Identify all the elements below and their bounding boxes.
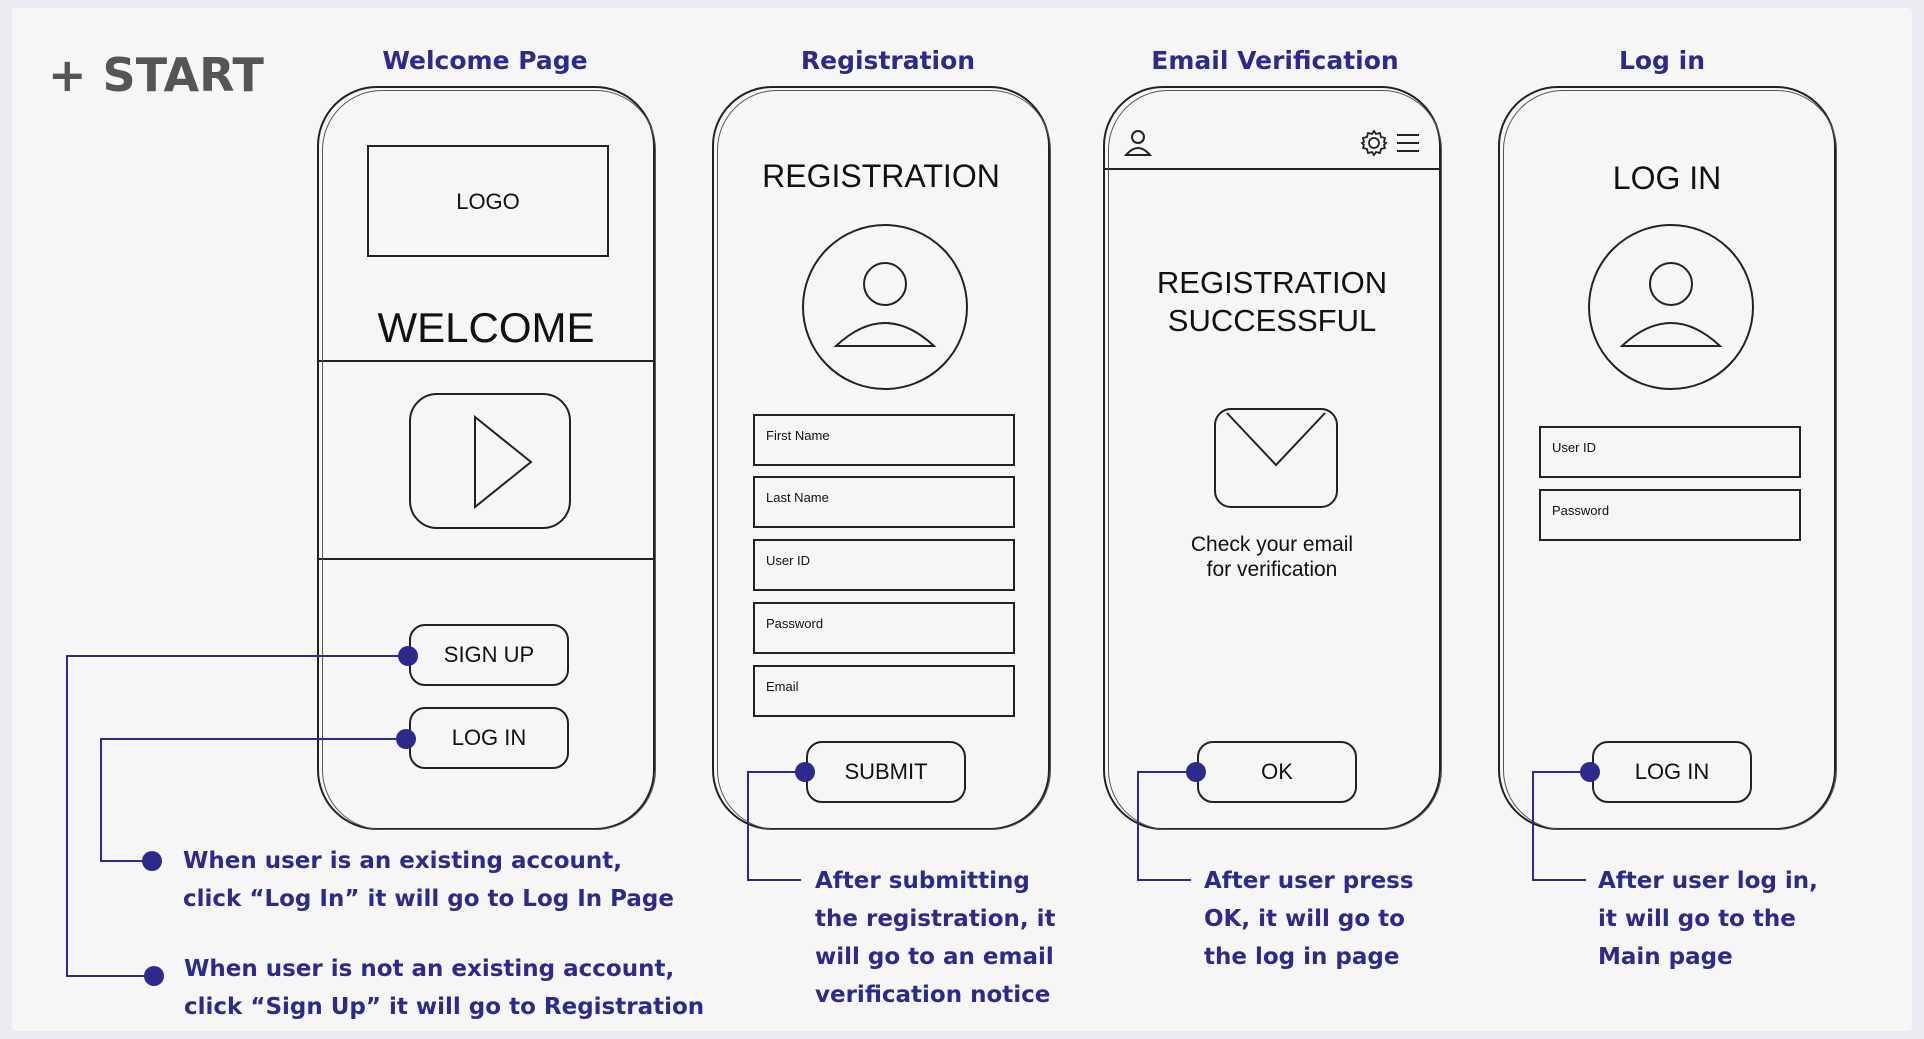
welcome-page-title: Welcome Page <box>382 46 588 75</box>
first-name-field[interactable]: First Name <box>753 414 1015 466</box>
login-page-title: Log in <box>1618 46 1706 75</box>
note-line: verification notice <box>815 982 1051 1008</box>
user-icon[interactable] <box>1123 128 1153 158</box>
log-in-button[interactable]: LOG IN <box>409 707 569 769</box>
submit-button[interactable]: SUBMIT <box>806 741 966 803</box>
connector-dot <box>396 729 416 749</box>
note-line: Main page <box>1598 944 1733 970</box>
video-player[interactable] <box>409 393 571 529</box>
user-avatar-icon <box>802 224 968 390</box>
message-line: Check your email <box>1190 533 1354 556</box>
note-line: When user is an existing account, <box>183 848 623 874</box>
connector-line <box>1137 771 1139 881</box>
note-line: After user press <box>1204 868 1414 894</box>
note-line: click “Sign Up” it will go to Registrati… <box>184 994 705 1020</box>
login-flow-note: When user is an existing account, click … <box>183 842 674 918</box>
connector-line <box>747 771 749 881</box>
logo-box: LOGO <box>367 145 609 257</box>
connector-line <box>100 738 406 740</box>
note-line: the log in page <box>1204 944 1400 970</box>
log-in-submit-button[interactable]: LOG IN <box>1592 741 1752 803</box>
field-label: User ID <box>1552 440 1597 455</box>
logo-text: LOGO <box>456 189 520 214</box>
registration-success-heading: REGISTRATION SUCCESSFUL <box>1105 264 1439 340</box>
submit-flow-note: After submitting the registration, it wi… <box>815 862 1056 1014</box>
message-line: for verification <box>1206 558 1338 581</box>
field-label: Password <box>766 616 824 631</box>
header-divider <box>1105 168 1439 170</box>
note-line: OK, it will go to <box>1204 906 1405 932</box>
connector-dot <box>1580 762 1600 782</box>
email-field[interactable]: Email <box>753 665 1015 717</box>
connector-line <box>66 975 154 977</box>
field-label: First Name <box>766 428 830 443</box>
note-line: After user log in, <box>1598 868 1818 894</box>
welcome-heading: WELCOME <box>377 304 595 351</box>
divider <box>319 558 653 560</box>
connector-line <box>66 655 408 657</box>
field-label: Last Name <box>766 490 829 505</box>
email-verification-page-title: Email Verification <box>1151 46 1399 75</box>
field-label: Email <box>766 679 799 694</box>
note-line: it will go to the <box>1598 906 1796 932</box>
login-phone-frame: LOG IN User ID Password LOG IN <box>1498 86 1837 830</box>
email-verification-phone-frame: REGISTRATION SUCCESSFUL Check your email… <box>1103 86 1442 830</box>
registration-page-title: Registration <box>800 46 976 75</box>
gear-icon[interactable] <box>1360 129 1388 157</box>
connector-dot <box>398 646 418 666</box>
connector-line <box>1137 879 1191 881</box>
connector-line <box>1532 879 1586 881</box>
note-line: will go to an email <box>815 944 1054 970</box>
connector-line <box>100 738 102 862</box>
heading-line: REGISTRATION <box>1156 265 1388 300</box>
password-field[interactable]: Password <box>753 602 1015 654</box>
connector-line <box>747 879 801 881</box>
last-name-field[interactable]: Last Name <box>753 476 1015 528</box>
registration-heading: REGISTRATION <box>762 158 1000 194</box>
login-done-flow-note: After user log in, it will go to the Mai… <box>1598 862 1818 976</box>
menu-icon[interactable] <box>1396 132 1420 154</box>
heading-line: SUCCESSFUL <box>1167 303 1377 338</box>
user-id-field[interactable]: User ID <box>753 539 1015 591</box>
connector-line <box>66 655 68 977</box>
connector-dot <box>142 851 162 871</box>
welcome-phone-frame: LOGO WELCOME SIGN UP LOG IN <box>317 86 656 830</box>
ok-button[interactable]: OK <box>1197 741 1357 803</box>
password-field[interactable]: Password <box>1539 489 1801 541</box>
user-avatar-icon <box>1588 224 1754 390</box>
envelope-icon <box>1214 408 1338 508</box>
ok-flow-note: After user press OK, it will go to the l… <box>1204 862 1414 976</box>
note-line: click “Log In” it will go to Log In Page <box>183 886 674 912</box>
note-line: the registration, it <box>815 906 1056 932</box>
signup-flow-note: When user is not an existing account, cl… <box>184 950 704 1026</box>
play-icon <box>474 414 533 510</box>
field-label: Password <box>1552 503 1610 518</box>
user-id-field[interactable]: User ID <box>1539 426 1801 478</box>
connector-dot <box>144 966 164 986</box>
login-heading: LOG IN <box>1612 160 1722 196</box>
verification-message: Check your email for verification <box>1105 532 1439 582</box>
connector-dot <box>1186 762 1206 782</box>
connector-line <box>1532 771 1534 881</box>
divider <box>319 360 653 362</box>
registration-phone-frame: REGISTRATION First Name Last Name User I… <box>712 86 1051 830</box>
note-line: When user is not an existing account, <box>184 956 675 982</box>
connector-dot <box>795 762 815 782</box>
note-line: After submitting <box>815 868 1030 894</box>
start-label: + START <box>48 48 264 102</box>
sign-up-button[interactable]: SIGN UP <box>409 624 569 686</box>
field-label: User ID <box>766 553 811 568</box>
